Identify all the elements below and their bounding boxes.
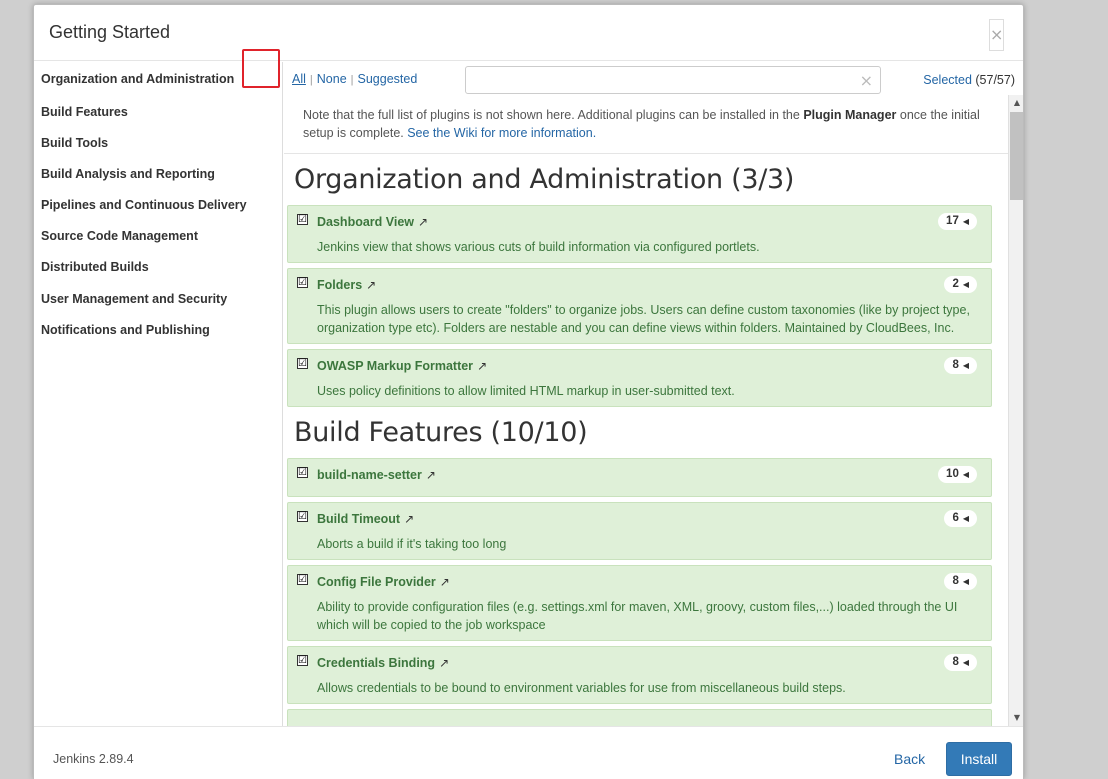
dialog-title: Getting Started bbox=[49, 22, 171, 42]
sidebar-item-build-tools[interactable]: Build Tools bbox=[34, 128, 282, 159]
dependency-count-badge[interactable]: 2 ◀ bbox=[944, 276, 977, 293]
selected-count-value: (57/57) bbox=[975, 73, 1015, 87]
plugin-item-build-timeout[interactable]: ☑ Build Timeout ↗ 6 ◀ Aborts a build if it… bbox=[287, 502, 992, 560]
category-sidebar: Organization and Administration Build Fe… bbox=[34, 62, 283, 726]
plugin-description: This plugin allows users to create "fold… bbox=[317, 303, 970, 335]
caret-left-icon: ◀ bbox=[962, 514, 969, 523]
checkbox-checked-icon[interactable]: ☑ bbox=[297, 655, 308, 666]
dependency-count-badge[interactable]: 10 ◀ bbox=[938, 466, 977, 483]
plugin-list-scrollbar[interactable]: ▲ ▼ bbox=[1008, 95, 1023, 726]
back-button[interactable]: Back bbox=[894, 751, 925, 767]
scroll-down-icon[interactable]: ▼ bbox=[1009, 710, 1023, 726]
selected-count: Selected (57/57) bbox=[923, 73, 1015, 87]
sidebar-item-distributed-builds[interactable]: Distributed Builds bbox=[34, 252, 282, 283]
plugin-manager-note: Note that the full list of plugins is no… bbox=[284, 95, 1008, 154]
plugin-search-input[interactable] bbox=[472, 67, 852, 93]
plugin-item-owasp-markup-formatter[interactable]: ☑ OWASP Markup Formatter ↗ 8 ◀ Uses policy… bbox=[287, 349, 992, 407]
sidebar-item-notifications-and-publishing[interactable]: Notifications and Publishing bbox=[34, 315, 282, 346]
selected-link[interactable]: Selected bbox=[923, 73, 972, 87]
dialog-header: Getting Started × bbox=[34, 5, 1023, 61]
caret-left-icon: ◀ bbox=[962, 217, 969, 226]
plugin-name: Credentials Binding bbox=[317, 656, 436, 670]
sidebar-item-user-management-and-security[interactable]: User Management and Security bbox=[34, 284, 282, 315]
filter-suggested-link[interactable]: Suggested bbox=[358, 72, 418, 86]
sidebar-item-pipelines-and-continuous-delivery[interactable]: Pipelines and Continuous Delivery bbox=[34, 190, 282, 221]
close-icon[interactable]: × bbox=[989, 19, 1004, 51]
plugin-name: build-name-setter bbox=[317, 468, 422, 482]
plugin-description: Ability to provide configuration files (… bbox=[317, 600, 958, 632]
external-link-icon[interactable]: ↗ bbox=[404, 512, 414, 526]
plugin-list[interactable]: Note that the full list of plugins is no… bbox=[284, 95, 1008, 726]
plugin-item-dashboard-view[interactable]: ☑ Dashboard View ↗ 17 ◀ Jenkins view that … bbox=[287, 205, 992, 263]
plugin-description: Uses policy definitions to allow limited… bbox=[317, 384, 735, 398]
dialog-footer: Jenkins 2.89.4 Back Install bbox=[34, 726, 1023, 779]
plugin-item-partial[interactable] bbox=[287, 709, 992, 726]
dependency-count: 2 bbox=[952, 278, 959, 290]
checkbox-checked-icon[interactable]: ☑ bbox=[297, 467, 308, 478]
sidebar-item-build-features[interactable]: Build Features bbox=[34, 97, 282, 128]
plugin-search-box: × bbox=[465, 66, 881, 94]
checkbox-checked-icon[interactable]: ☑ bbox=[297, 214, 308, 225]
plugin-name: Build Timeout bbox=[317, 512, 401, 526]
sidebar-item-organization-and-administration[interactable]: Organization and Administration bbox=[34, 62, 282, 97]
dependency-count-badge[interactable]: 17 ◀ bbox=[938, 213, 977, 230]
checkbox-checked-icon[interactable]: ☑ bbox=[297, 574, 308, 585]
category-heading: Organization and Administration (3/3) bbox=[294, 164, 795, 195]
plugin-name: Config File Provider bbox=[317, 575, 436, 589]
caret-left-icon: ◀ bbox=[962, 280, 969, 289]
category-heading: Build Features (10/10) bbox=[294, 417, 588, 448]
plugin-description: Allows credentials to be bound to enviro… bbox=[317, 681, 846, 695]
plugin-toolbar: All | None | Suggested × Selected (57/57) bbox=[284, 62, 1023, 98]
note-plugin-manager: Plugin Manager bbox=[803, 108, 897, 122]
plugin-description: Aborts a build if it's taking too long bbox=[317, 537, 507, 551]
install-button[interactable]: Install bbox=[946, 742, 1012, 776]
plugin-item-credentials-binding[interactable]: ☑ Credentials Binding ↗ 8 ◀ Allows credent… bbox=[287, 646, 992, 704]
dependency-count-badge[interactable]: 8 ◀ bbox=[944, 357, 977, 374]
caret-left-icon: ◀ bbox=[962, 470, 969, 479]
plugin-name: OWASP Markup Formatter bbox=[317, 359, 474, 373]
dependency-count: 10 bbox=[946, 468, 959, 480]
caret-left-icon: ◀ bbox=[962, 577, 969, 586]
caret-left-icon: ◀ bbox=[962, 361, 969, 370]
checkbox-checked-icon[interactable]: ☑ bbox=[297, 511, 308, 522]
sidebar-item-build-analysis-and-reporting[interactable]: Build Analysis and Reporting bbox=[34, 159, 282, 190]
filter-separator: | bbox=[350, 74, 354, 86]
external-link-icon[interactable]: ↗ bbox=[366, 278, 376, 292]
filter-separator: | bbox=[309, 74, 313, 86]
external-link-icon[interactable]: ↗ bbox=[477, 359, 487, 373]
filter-all-link[interactable]: All bbox=[292, 72, 306, 86]
dependency-count-badge[interactable]: 6 ◀ bbox=[944, 510, 977, 527]
plugin-item-build-name-setter[interactable]: ☑ build-name-setter ↗ 10 ◀ bbox=[287, 458, 992, 497]
plugin-item-config-file-provider[interactable]: ☑ Config File Provider ↗ 8 ◀ Ability to pr… bbox=[287, 565, 992, 641]
jenkins-version: Jenkins 2.89.4 bbox=[53, 752, 134, 766]
dependency-count: 17 bbox=[946, 215, 959, 227]
filter-links: All | None | Suggested bbox=[292, 72, 417, 86]
caret-left-icon: ◀ bbox=[962, 658, 969, 667]
sidebar-item-source-code-management[interactable]: Source Code Management bbox=[34, 221, 282, 252]
external-link-icon[interactable]: ↗ bbox=[440, 575, 450, 589]
scrollbar-thumb[interactable] bbox=[1010, 112, 1023, 200]
external-link-icon[interactable]: ↗ bbox=[439, 656, 449, 670]
external-link-icon[interactable]: ↗ bbox=[418, 215, 428, 229]
plugin-name: Folders bbox=[317, 278, 363, 292]
dependency-count: 8 bbox=[952, 359, 959, 371]
getting-started-dialog: Getting Started × Organization and Admin… bbox=[33, 4, 1024, 779]
external-link-icon[interactable]: ↗ bbox=[426, 468, 436, 482]
plugin-description: Jenkins view that shows various cuts of … bbox=[317, 240, 760, 254]
checkbox-checked-icon[interactable]: ☑ bbox=[297, 277, 308, 288]
note-text: Note that the full list of plugins is no… bbox=[303, 108, 804, 122]
wiki-link[interactable]: See the Wiki for more information. bbox=[407, 126, 596, 140]
clear-search-icon[interactable]: × bbox=[860, 71, 873, 90]
dependency-count: 8 bbox=[952, 656, 959, 668]
plugin-item-folders[interactable]: ☑ Folders ↗ 2 ◀ This plugin allows users t… bbox=[287, 268, 992, 344]
filter-none-link[interactable]: None bbox=[317, 72, 347, 86]
checkbox-checked-icon[interactable]: ☑ bbox=[297, 358, 308, 369]
dependency-count-badge[interactable]: 8 ◀ bbox=[944, 573, 977, 590]
dependency-count: 8 bbox=[952, 575, 959, 587]
dependency-count-badge[interactable]: 8 ◀ bbox=[944, 654, 977, 671]
scroll-up-icon[interactable]: ▲ bbox=[1009, 95, 1023, 111]
dependency-count: 6 bbox=[952, 512, 959, 524]
plugin-name: Dashboard View bbox=[317, 215, 415, 229]
